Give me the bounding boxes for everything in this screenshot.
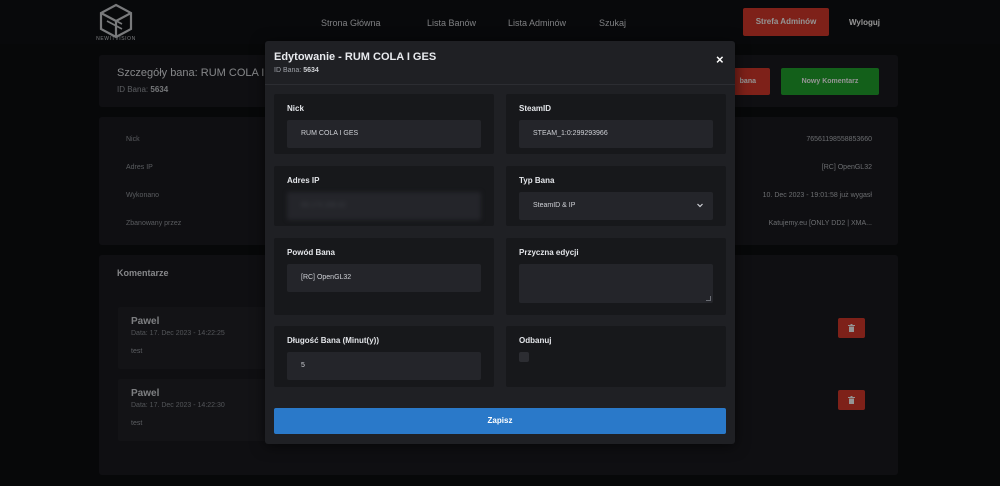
unban-checkbox[interactable] [519,352,529,362]
reason-label: Powód Bana [287,248,336,257]
unban-panel: Odbanuj [506,326,726,387]
steamid-input[interactable]: STEAM_1:0:299293966 [519,120,713,148]
length-panel: Długość Bana (Minut(y)) 5 [274,326,494,387]
edit-reason-textarea[interactable] [519,264,713,303]
nick-panel: Nick RUM COLA I GES [274,94,494,154]
ip-panel: Adres IP 89.174.168.42 [274,166,494,226]
close-icon[interactable]: × [716,53,724,66]
unban-label: Odbanuj [519,336,552,345]
ip-input[interactable]: 89.174.168.42 [287,192,481,220]
ban-type-select[interactable]: SteamID & IP [519,192,713,220]
reason-panel: Powód Bana [RC] OpenGL32 [274,238,494,315]
save-button[interactable]: Zapisz [274,408,726,434]
steamid-panel: SteamID STEAM_1:0:299293966 [506,94,726,154]
ip-label: Adres IP [287,176,320,185]
ban-type-value: SteamID & IP [533,202,576,209]
nick-label: Nick [287,104,304,113]
length-label: Długość Bana (Minut(y)) [287,336,379,345]
length-input[interactable]: 5 [287,352,481,380]
steamid-label: SteamID [519,104,552,113]
resize-handle-icon[interactable] [706,296,711,301]
ban-type-label: Typ Bana [519,176,555,185]
edit-reason-label: Przyczna edycji [519,248,579,257]
reason-input[interactable]: [RC] OpenGL32 [287,264,481,292]
edit-ban-modal: Edytowanie - RUM COLA I GES ID Bana: 563… [265,41,735,444]
nick-input[interactable]: RUM COLA I GES [287,120,481,148]
chevron-down-icon [697,203,703,208]
ban-type-panel: Typ Bana SteamID & IP [506,166,726,226]
modal-divider [265,84,735,85]
modal-ban-id: ID Bana: 5634 [274,67,319,74]
modal-title: Edytowanie - RUM COLA I GES [274,51,437,63]
edit-reason-panel: Przyczna edycji [506,238,726,315]
